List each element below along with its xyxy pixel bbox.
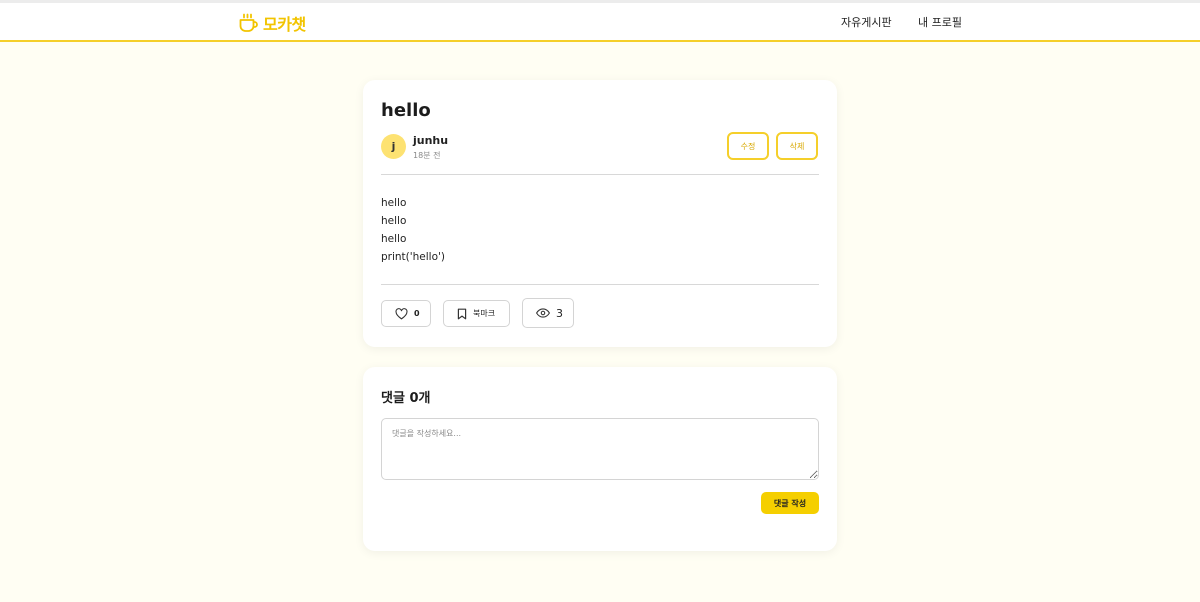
post-body-line: hello — [381, 197, 407, 209]
post-body: hello hello hello print('hello') — [381, 194, 445, 266]
post-time: 18분 전 — [413, 151, 441, 160]
bookmark-label: 북마크 — [473, 309, 496, 318]
edit-button[interactable]: 수정 — [727, 132, 769, 160]
post-body-line: hello — [381, 215, 407, 227]
heart-icon — [395, 307, 408, 320]
comments-title: 댓글 0개 — [381, 391, 431, 406]
comments-card: 댓글 0개 댓글 작성 — [363, 367, 837, 551]
coffee-cup-icon — [238, 13, 258, 33]
post-card: hello j junhu 18분 전 수정 삭제 hello hello he… — [363, 80, 837, 347]
post-body-line: hello — [381, 233, 407, 245]
like-count: 0 — [414, 309, 420, 318]
logo-text: 모카챗 — [263, 15, 306, 34]
logo-link[interactable]: 모카챗 — [238, 11, 306, 35]
delete-button[interactable]: 삭제 — [776, 132, 818, 160]
nav-free-board[interactable]: 자유게시판 — [841, 14, 892, 30]
view-count-box: 3 — [522, 298, 574, 328]
bookmark-icon — [457, 308, 467, 320]
eye-icon — [536, 308, 550, 318]
nav-my-profile[interactable]: 내 프로필 — [918, 14, 962, 30]
bookmark-button[interactable]: 북마크 — [443, 300, 510, 327]
site-header: 모카챗 자유게시판 내 프로필 — [0, 3, 1200, 42]
comment-input[interactable] — [381, 418, 819, 480]
divider — [381, 174, 819, 175]
post-body-line: print('hello') — [381, 251, 446, 263]
post-title: hello — [381, 100, 431, 121]
author-name: junhu — [413, 134, 449, 147]
avatar: j — [381, 134, 406, 159]
view-count: 3 — [556, 306, 563, 320]
like-button[interactable]: 0 — [381, 300, 431, 327]
divider — [381, 284, 819, 285]
submit-comment-button[interactable]: 댓글 작성 — [761, 492, 819, 514]
